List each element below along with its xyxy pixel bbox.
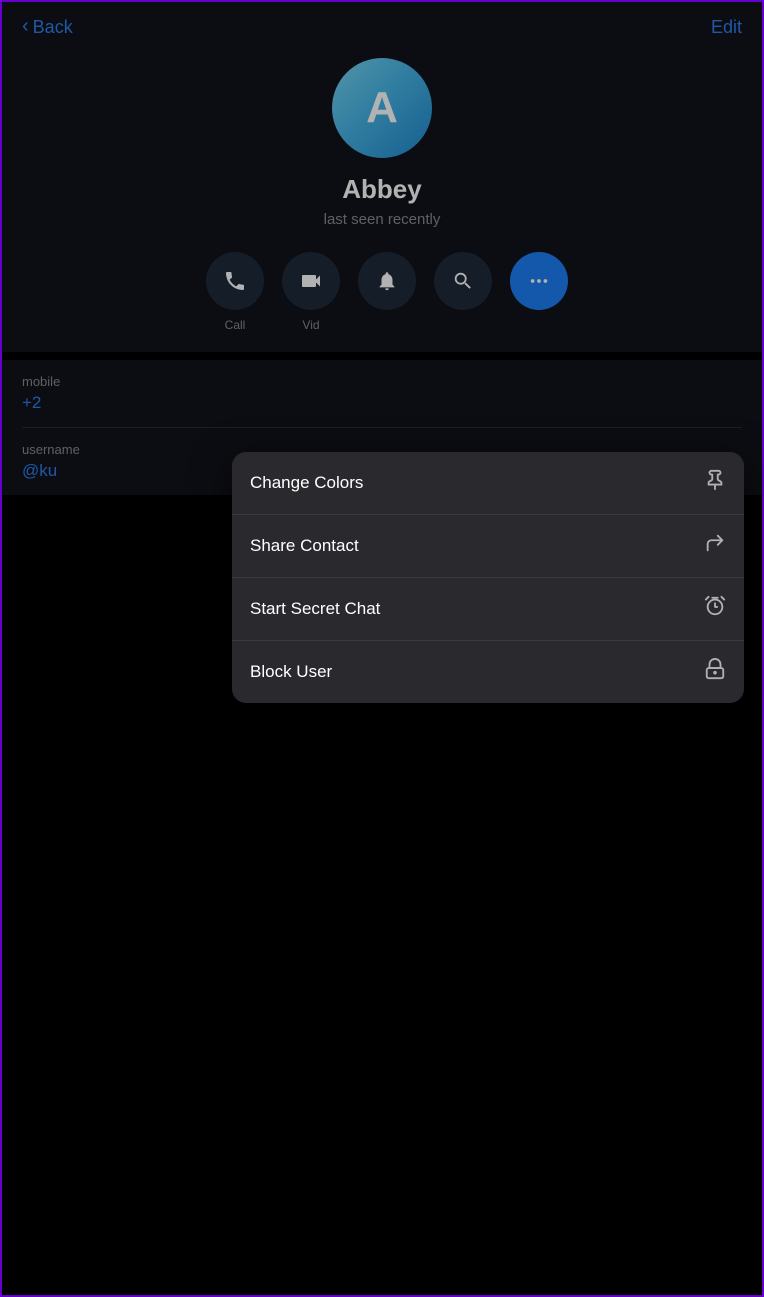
block-user-item[interactable]: Block User xyxy=(232,641,744,703)
share-contact-item[interactable]: Share Contact xyxy=(232,515,744,578)
change-colors-item[interactable]: Change Colors xyxy=(232,452,744,515)
share-icon xyxy=(704,532,726,560)
dropdown-menu: Change Colors Share Contact Start Secret… xyxy=(232,452,744,703)
change-colors-label: Change Colors xyxy=(250,473,694,493)
block-user-label: Block User xyxy=(250,662,694,682)
timer-icon xyxy=(704,595,726,623)
start-secret-chat-label: Start Secret Chat xyxy=(250,599,694,619)
share-contact-label: Share Contact xyxy=(250,536,694,556)
block-icon xyxy=(704,658,726,686)
pin-icon xyxy=(704,469,726,497)
start-secret-chat-item[interactable]: Start Secret Chat xyxy=(232,578,744,641)
